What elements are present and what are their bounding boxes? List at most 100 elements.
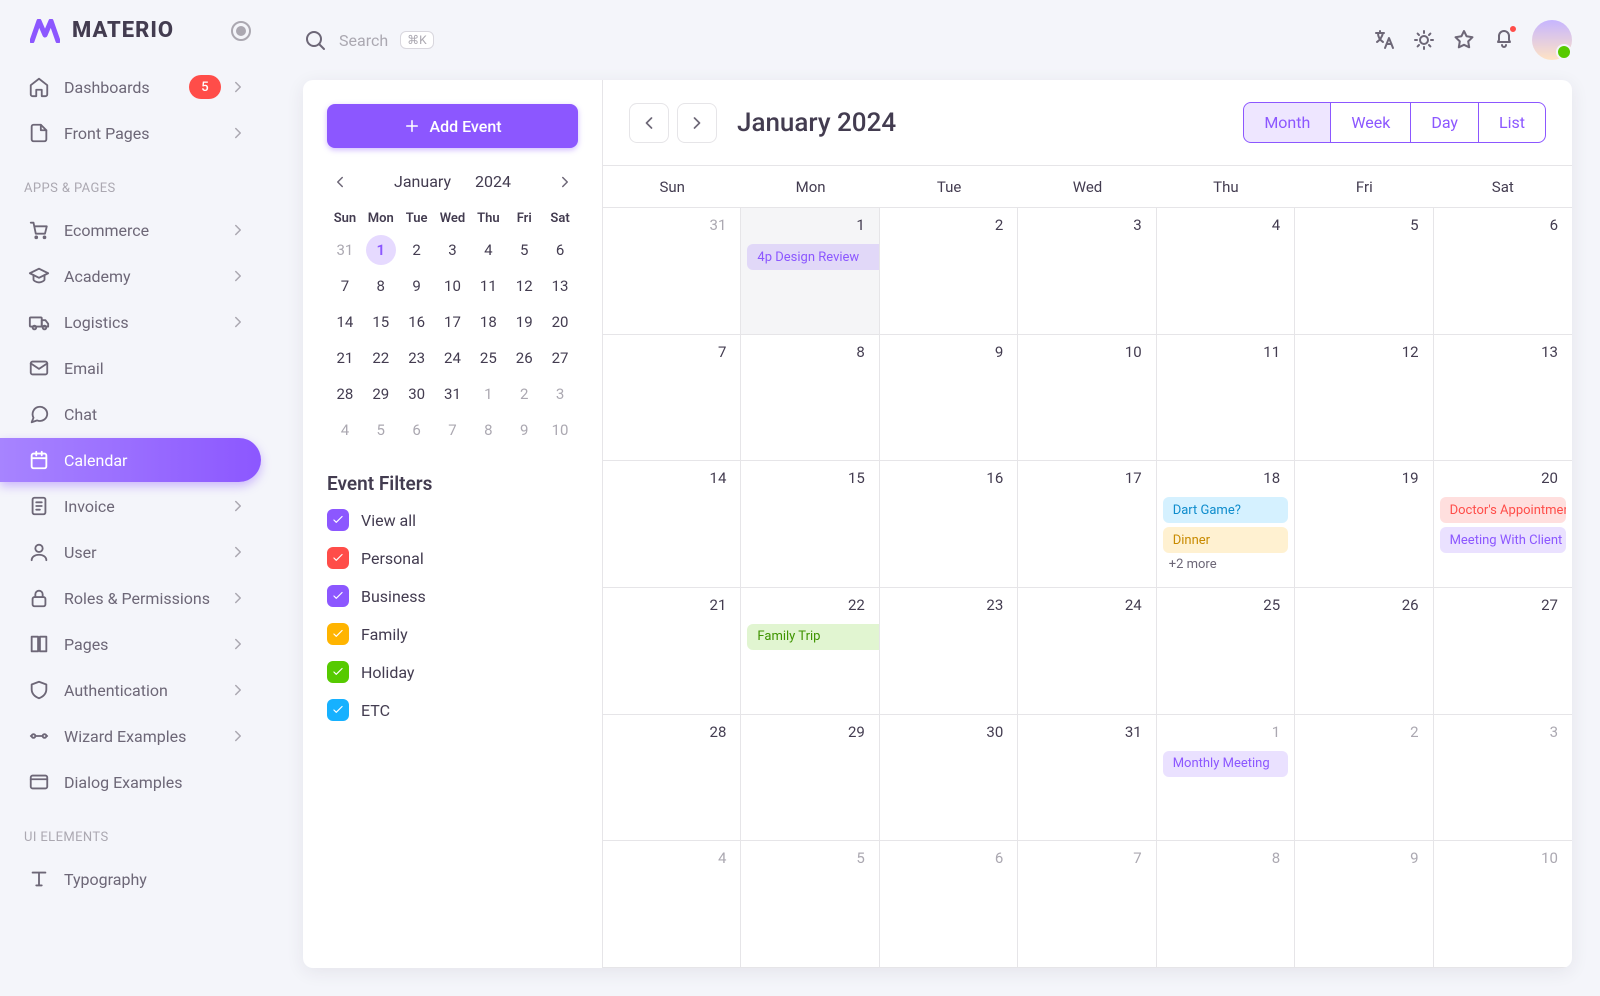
filter-checkbox[interactable] bbox=[327, 623, 349, 645]
day-cell[interactable]: 23 bbox=[880, 588, 1018, 715]
day-cell[interactable]: 10 bbox=[1018, 335, 1156, 462]
calendar-event[interactable]: Monthly Meeting bbox=[1163, 751, 1288, 777]
mini-day[interactable]: 8 bbox=[366, 271, 396, 301]
day-cell[interactable]: 10 bbox=[1434, 841, 1572, 968]
mini-day[interactable]: 18 bbox=[473, 307, 503, 337]
mini-day[interactable]: 28 bbox=[330, 379, 360, 409]
day-cell[interactable]: 19 bbox=[1295, 461, 1433, 588]
mini-day[interactable]: 10 bbox=[437, 271, 467, 301]
day-cell[interactable]: 3 bbox=[1018, 208, 1156, 335]
mini-day[interactable]: 11 bbox=[473, 271, 503, 301]
nav-item-roles-permissions[interactable]: Roles & Permissions bbox=[14, 576, 261, 620]
day-cell[interactable]: 14 bbox=[603, 461, 741, 588]
day-cell[interactable]: 6 bbox=[1434, 208, 1572, 335]
mini-day[interactable]: 21 bbox=[330, 343, 360, 373]
mini-day[interactable]: 13 bbox=[545, 271, 575, 301]
mini-day[interactable]: 14 bbox=[330, 307, 360, 337]
mini-day[interactable]: 7 bbox=[437, 415, 467, 445]
day-cell[interactable]: 2 bbox=[1295, 715, 1433, 842]
more-events-link[interactable]: +2 more bbox=[1163, 557, 1288, 572]
day-cell[interactable]: 6 bbox=[880, 841, 1018, 968]
day-cell[interactable]: 4 bbox=[1157, 208, 1295, 335]
mini-day[interactable]: 9 bbox=[509, 415, 539, 445]
user-avatar[interactable] bbox=[1532, 20, 1572, 60]
filter-checkbox[interactable] bbox=[327, 699, 349, 721]
view-month[interactable]: Month bbox=[1244, 103, 1330, 142]
nav-item-user[interactable]: User bbox=[14, 530, 261, 574]
calendar-event[interactable]: 4p Design Review bbox=[747, 244, 879, 270]
day-cell[interactable]: 8 bbox=[1157, 841, 1295, 968]
nav-item-ecommerce[interactable]: Ecommerce bbox=[14, 208, 261, 252]
filter-holiday[interactable]: Holiday bbox=[327, 653, 578, 691]
mini-day[interactable]: 27 bbox=[545, 343, 575, 373]
mini-month[interactable]: January bbox=[394, 172, 451, 191]
day-cell[interactable]: 25 bbox=[1157, 588, 1295, 715]
mini-day[interactable]: 31 bbox=[437, 379, 467, 409]
mini-day[interactable]: 6 bbox=[545, 235, 575, 265]
calendar-next-button[interactable] bbox=[677, 103, 717, 143]
day-cell[interactable]: 13 bbox=[1434, 335, 1572, 462]
filter-checkbox[interactable] bbox=[327, 509, 349, 531]
day-cell[interactable]: 7 bbox=[1018, 841, 1156, 968]
day-cell[interactable]: 21 bbox=[603, 588, 741, 715]
mini-day[interactable]: 6 bbox=[402, 415, 432, 445]
day-cell[interactable]: 14p Design Review bbox=[741, 208, 879, 335]
mini-day[interactable]: 15 bbox=[366, 307, 396, 337]
search[interactable]: Search ⌘K bbox=[303, 28, 434, 52]
filter-view-all[interactable]: View all bbox=[327, 501, 578, 539]
mini-next-icon[interactable] bbox=[556, 173, 574, 191]
mini-day[interactable]: 24 bbox=[437, 343, 467, 373]
day-cell[interactable]: 7 bbox=[603, 335, 741, 462]
view-week[interactable]: Week bbox=[1330, 103, 1410, 142]
nav-item-wizard-examples[interactable]: Wizard Examples bbox=[14, 714, 261, 758]
nav-item-authentication[interactable]: Authentication bbox=[14, 668, 261, 712]
mini-day[interactable]: 3 bbox=[437, 235, 467, 265]
nav-item-chat[interactable]: Chat bbox=[14, 392, 261, 436]
mini-day[interactable]: 8 bbox=[473, 415, 503, 445]
mini-day[interactable]: 25 bbox=[473, 343, 503, 373]
filter-checkbox[interactable] bbox=[327, 661, 349, 683]
day-cell[interactable]: 9 bbox=[880, 335, 1018, 462]
day-cell[interactable]: 5 bbox=[1295, 208, 1433, 335]
mini-year[interactable]: 2024 bbox=[475, 172, 511, 191]
nav-item-email[interactable]: Email bbox=[14, 346, 261, 390]
day-cell[interactable]: 16 bbox=[880, 461, 1018, 588]
nav-item-calendar[interactable]: Calendar bbox=[0, 438, 261, 482]
filter-business[interactable]: Business bbox=[327, 577, 578, 615]
day-cell[interactable]: 5 bbox=[741, 841, 879, 968]
filter-personal[interactable]: Personal bbox=[327, 539, 578, 577]
nav-item-front-pages[interactable]: Front Pages bbox=[14, 111, 261, 155]
day-cell[interactable]: 27 bbox=[1434, 588, 1572, 715]
day-cell[interactable]: 9 bbox=[1295, 841, 1433, 968]
day-cell[interactable]: 18Dart Game?Dinner+2 more bbox=[1157, 461, 1295, 588]
add-event-button[interactable]: Add Event bbox=[327, 104, 578, 148]
day-cell[interactable]: 31 bbox=[1018, 715, 1156, 842]
day-cell[interactable]: 22Family Trip bbox=[741, 588, 879, 715]
mini-day[interactable]: 20 bbox=[545, 307, 575, 337]
view-day[interactable]: Day bbox=[1410, 103, 1478, 142]
nav-item-dialog-examples[interactable]: Dialog Examples bbox=[14, 760, 261, 804]
mini-day[interactable]: 10 bbox=[545, 415, 575, 445]
day-cell[interactable]: 31 bbox=[603, 208, 741, 335]
day-cell[interactable]: 24 bbox=[1018, 588, 1156, 715]
mini-day[interactable]: 26 bbox=[509, 343, 539, 373]
calendar-event[interactable]: Meeting With Client bbox=[1440, 527, 1566, 553]
mini-day[interactable]: 3 bbox=[545, 379, 575, 409]
mini-day[interactable]: 9 bbox=[402, 271, 432, 301]
day-cell[interactable]: 17 bbox=[1018, 461, 1156, 588]
nav-item-logistics[interactable]: Logistics bbox=[14, 300, 261, 344]
mini-day[interactable]: 5 bbox=[366, 415, 396, 445]
calendar-prev-button[interactable] bbox=[629, 103, 669, 143]
calendar-event[interactable]: Dart Game? bbox=[1163, 497, 1288, 523]
day-cell[interactable]: 4 bbox=[603, 841, 741, 968]
day-cell[interactable]: 28 bbox=[603, 715, 741, 842]
mini-day[interactable]: 1 bbox=[366, 235, 396, 265]
nav-item-academy[interactable]: Academy bbox=[14, 254, 261, 298]
mini-day[interactable]: 17 bbox=[437, 307, 467, 337]
notifications-button[interactable] bbox=[1492, 26, 1516, 54]
nav-item-dashboards[interactable]: Dashboards 5 bbox=[14, 65, 261, 109]
mini-day[interactable]: 29 bbox=[366, 379, 396, 409]
calendar-event[interactable]: Doctor's Appointment bbox=[1440, 497, 1566, 523]
mini-day[interactable]: 4 bbox=[330, 415, 360, 445]
nav-item-pages[interactable]: Pages bbox=[14, 622, 261, 666]
